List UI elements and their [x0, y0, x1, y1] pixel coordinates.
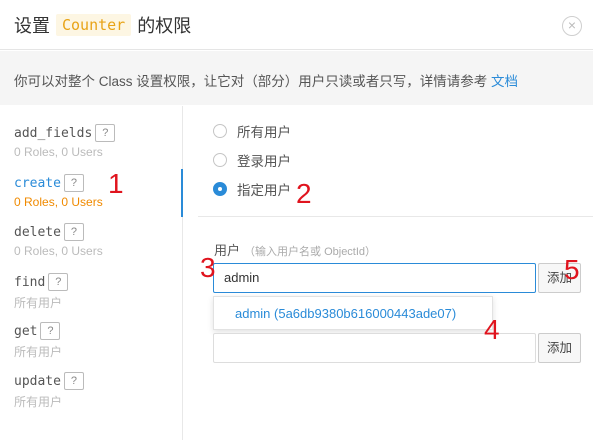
annotation-5: 5 — [564, 254, 580, 285]
annotation-1: 1 — [108, 168, 124, 199]
user-label-hint: （输入用户名或 ObjectId） — [244, 246, 377, 258]
annotation-2: 2 — [296, 178, 312, 209]
user-search-input[interactable]: admin — [213, 263, 536, 293]
radio-label: 登录用户 — [237, 154, 291, 169]
help-icon[interactable]: ? — [40, 322, 61, 340]
permission-item-update[interactable]: update? 所有用户 — [14, 372, 179, 410]
permission-item-delete[interactable]: delete? 0 Roles, 0 Users — [14, 223, 179, 258]
annotation-4: 4 — [484, 314, 500, 345]
add-role-button[interactable]: 添加 — [538, 333, 581, 363]
dialog-title: 设置 Counter 的权限 — [14, 12, 191, 38]
user-field-label: 用户 （输入用户名或 ObjectId） — [214, 240, 376, 259]
permission-summary: 0 Roles, 0 Users — [14, 244, 103, 258]
docs-link[interactable]: 文档 — [491, 74, 518, 89]
user-suggestion-dropdown: admin (5a6db9380b616000443ade07) — [213, 296, 493, 330]
user-label-text: 用户 — [214, 243, 241, 258]
permission-name: delete — [14, 224, 61, 240]
permission-summary: 所有用户 — [14, 345, 63, 359]
permission-name: update — [14, 373, 61, 389]
radio-all-users[interactable]: 所有用户 — [213, 121, 291, 141]
section-divider — [198, 216, 593, 217]
help-icon[interactable]: ? — [63, 372, 84, 390]
annotation-3: 3 — [200, 252, 216, 283]
radio-specified-users[interactable]: 指定用户 — [213, 179, 291, 199]
permission-item-get[interactable]: get? 所有用户 — [14, 322, 179, 360]
permission-summary: 0 Roles, 0 Users — [14, 145, 103, 159]
permission-summary: 所有用户 — [14, 395, 63, 409]
close-icon[interactable]: × — [562, 16, 582, 36]
permission-summary: 所有用户 — [14, 296, 63, 310]
help-icon[interactable]: ? — [48, 273, 69, 291]
help-icon[interactable]: ? — [63, 223, 84, 241]
title-prefix: 设置 — [14, 16, 50, 36]
help-icon[interactable]: ? — [95, 124, 116, 142]
permission-notice: 你可以对整个 Class 设置权限，让它对（部分）用户只读或者只写，详情请参考 … — [0, 51, 593, 105]
user-suggestion-item[interactable]: admin (5a6db9380b616000443ade07) — [235, 306, 456, 321]
radio-circle[interactable] — [213, 124, 227, 138]
radio-label: 所有用户 — [237, 125, 291, 140]
radio-circle[interactable] — [213, 153, 227, 167]
permission-name: get — [14, 323, 38, 339]
permission-item-add-fields[interactable]: add_fields? 0 Roles, 0 Users — [14, 124, 179, 159]
help-icon[interactable]: ? — [63, 174, 84, 192]
permission-item-find[interactable]: find? 所有用户 — [14, 273, 179, 311]
dialog-header: 设置 Counter 的权限 × — [0, 0, 593, 50]
radio-label: 指定用户 — [237, 183, 291, 198]
permission-name: add_fields — [14, 125, 93, 141]
active-indicator — [181, 169, 183, 217]
permission-summary: 0 Roles, 0 Users — [14, 195, 103, 209]
notice-text: 你可以对整个 Class 设置权限，让它对（部分）用户只读或者只写，详情请参考 — [14, 74, 492, 89]
permission-item-create[interactable]: create? 0 Roles, 0 Users — [14, 174, 179, 209]
permission-name: find — [14, 274, 46, 290]
radio-circle[interactable] — [213, 182, 227, 196]
title-suffix: 的权限 — [137, 16, 192, 36]
class-name-badge: Counter — [56, 14, 132, 36]
radio-logged-in-users[interactable]: 登录用户 — [213, 150, 291, 170]
permission-name: create — [14, 175, 61, 191]
